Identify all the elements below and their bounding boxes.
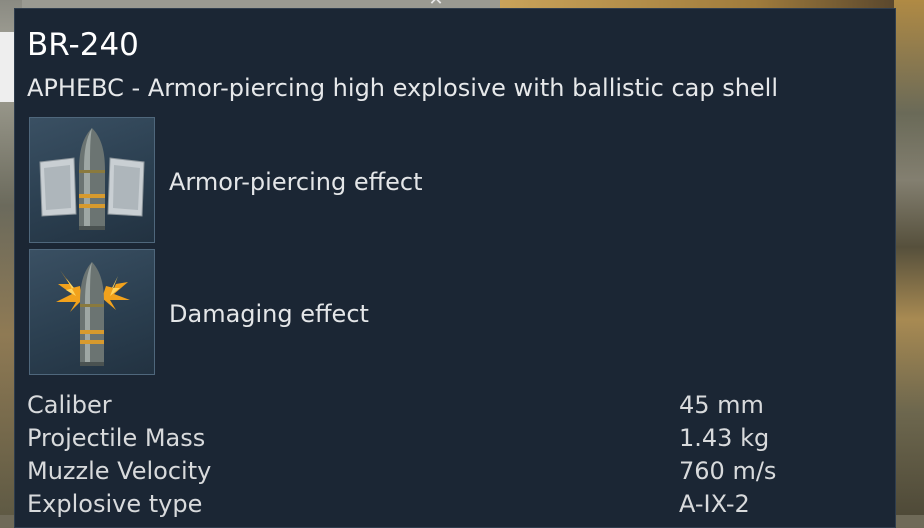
stat-value-muzzle-velocity: 760 m/s xyxy=(679,457,777,485)
stat-label-projectile-mass: Projectile Mass xyxy=(27,424,206,452)
shell-type-description: APHEBC - Armor-piercing high explosive w… xyxy=(27,74,779,102)
close-icon[interactable]: ✕ xyxy=(424,0,448,9)
stat-label-caliber: Caliber xyxy=(27,391,112,419)
shell-info-tooltip: BR-240 APHEBC - Armor-piercing high expl… xyxy=(14,8,896,528)
stat-label-explosive-type: Explosive type xyxy=(27,490,203,518)
damaging-effect-label: Damaging effect xyxy=(169,300,369,328)
background-scenery-right xyxy=(894,0,924,515)
shell-name: BR-240 xyxy=(27,27,139,63)
stat-value-projectile-mass: 1.43 kg xyxy=(679,424,770,452)
armor-piercing-effect-label: Armor-piercing effect xyxy=(169,168,423,196)
armor-piercing-shell-icon xyxy=(29,117,155,243)
stat-value-explosive-type: A-IX-2 xyxy=(679,490,750,518)
stat-value-caliber: 45 mm xyxy=(679,391,764,419)
background-ui-panel-edge xyxy=(0,32,14,102)
explosive-shell-icon xyxy=(29,249,155,375)
stat-label-muzzle-velocity: Muzzle Velocity xyxy=(27,457,212,485)
